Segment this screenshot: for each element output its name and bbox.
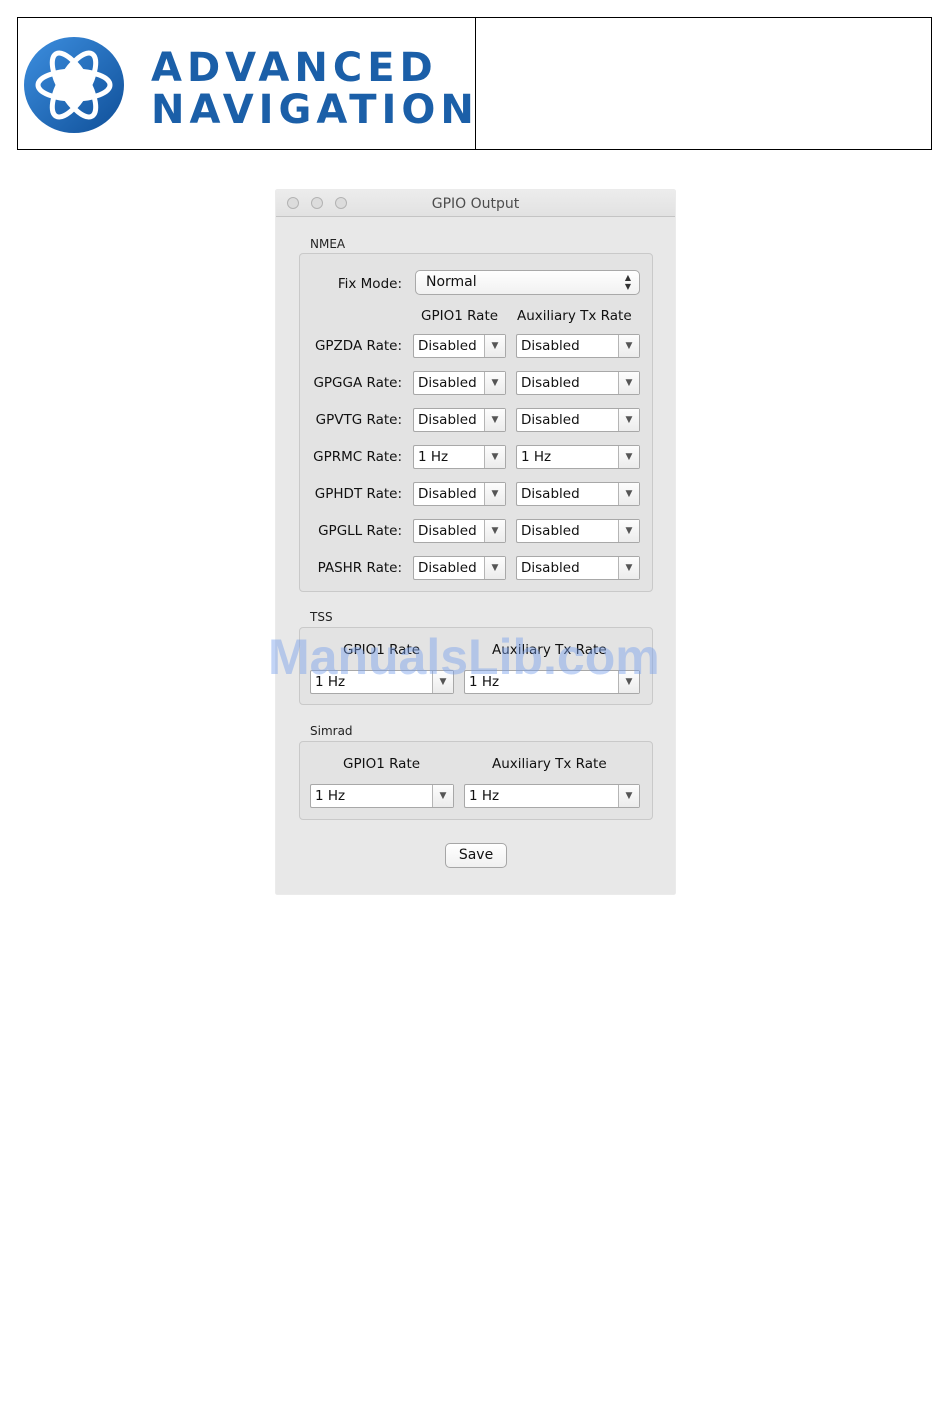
pashr-gpio1-value: Disabled [418, 560, 477, 576]
dropdown-arrow-icon[interactable]: ▼ [618, 335, 639, 357]
tss-gpio1-column-header: GPIO1 Rate [343, 642, 421, 658]
gpgga-gpio1-value: Disabled [418, 375, 477, 391]
fix-mode-value: Normal [426, 274, 477, 290]
simrad-gpio1-column-header: GPIO1 Rate [343, 756, 421, 772]
gpgll-aux-combo[interactable]: Disabled ▼ [516, 519, 640, 543]
gphdt-aux-combo[interactable]: Disabled ▼ [516, 482, 640, 506]
tss-aux-value: 1 Hz [469, 674, 500, 690]
tss-gpio1-combo[interactable]: 1 Hz ▼ [310, 670, 454, 694]
gpvtg-aux-combo[interactable]: Disabled ▼ [516, 408, 640, 432]
dropdown-arrow-icon[interactable]: ▼ [618, 409, 639, 431]
gpzda-rate-label: GPZDA Rate: [314, 338, 402, 354]
dropdown-arrow-icon[interactable]: ▼ [618, 520, 639, 542]
gphdt-gpio1-combo[interactable]: Disabled ▼ [413, 482, 506, 506]
gpgll-aux-value: Disabled [521, 523, 580, 539]
dropdown-arrow-icon[interactable]: ▼ [618, 483, 639, 505]
gprmc-rate-label: GPRMC Rate: [313, 449, 402, 465]
gphdt-gpio1-value: Disabled [418, 486, 477, 502]
save-button[interactable]: Save [445, 843, 507, 868]
simrad-aux-value: 1 Hz [469, 788, 500, 804]
simrad-group-box: GPIO1 Rate Auxiliary Tx Rate 1 Hz ▼ 1 Hz ▼ [299, 741, 653, 820]
dropdown-arrow-icon[interactable]: ▼ [618, 785, 639, 807]
window-titlebar[interactable]: GPIO Output [276, 190, 675, 217]
dropdown-arrow-icon[interactable]: ▼ [484, 520, 505, 542]
gpvtg-gpio1-combo[interactable]: Disabled ▼ [413, 408, 506, 432]
gpzda-aux-combo[interactable]: Disabled ▼ [516, 334, 640, 358]
dropdown-arrow-icon[interactable]: ▼ [484, 372, 505, 394]
nmea-group-box: Fix Mode: Normal ▲ ▼ GPIO1 Rate Auxiliary… [299, 253, 653, 592]
gpgga-aux-combo[interactable]: Disabled ▼ [516, 371, 640, 395]
nmea-gpio1-column-header: GPIO1 Rate [421, 308, 499, 324]
tss-aux-column-header: Auxiliary Tx Rate [492, 642, 607, 658]
dropdown-arrow-icon[interactable]: ▼ [618, 671, 639, 693]
gpgga-rate-label: GPGGA Rate: [313, 375, 402, 391]
gprmc-aux-value: 1 Hz [521, 449, 552, 465]
gpgga-gpio1-combo[interactable]: Disabled ▼ [413, 371, 506, 395]
gphdt-rate-label: GPHDT Rate: [314, 486, 402, 502]
simrad-gpio1-combo[interactable]: 1 Hz ▼ [310, 784, 454, 808]
pashr-gpio1-combo[interactable]: Disabled ▼ [413, 556, 506, 580]
simrad-group-label: Simrad [310, 724, 353, 738]
gprmc-aux-combo[interactable]: 1 Hz ▼ [516, 445, 640, 469]
dropdown-arrow-icon[interactable]: ▼ [484, 557, 505, 579]
gprmc-gpio1-combo[interactable]: 1 Hz ▼ [413, 445, 506, 469]
gpgga-aux-value: Disabled [521, 375, 580, 391]
nmea-aux-column-header: Auxiliary Tx Rate [517, 308, 632, 324]
gpzda-gpio1-combo[interactable]: Disabled ▼ [413, 334, 506, 358]
tss-gpio1-value: 1 Hz [315, 674, 346, 690]
dropdown-arrow-icon[interactable]: ▼ [618, 372, 639, 394]
simrad-gpio1-value: 1 Hz [315, 788, 346, 804]
pashr-aux-combo[interactable]: Disabled ▼ [516, 556, 640, 580]
gphdt-aux-value: Disabled [521, 486, 580, 502]
gprmc-gpio1-value: 1 Hz [418, 449, 449, 465]
gpgll-rate-label: GPGLL Rate: [318, 523, 402, 539]
gpvtg-aux-value: Disabled [521, 412, 580, 428]
dropdown-arrow-icon[interactable]: ▼ [618, 446, 639, 468]
tss-aux-combo[interactable]: 1 Hz ▼ [464, 670, 640, 694]
dropdown-arrow-icon[interactable]: ▼ [618, 557, 639, 579]
gpzda-aux-value: Disabled [521, 338, 580, 354]
logo-cell: ADVANCED NAVIGATION [18, 18, 476, 149]
gpio-output-window: GPIO Output NMEA Fix Mode: Normal ▲ ▼ GPI… [276, 190, 675, 894]
updown-arrows-icon: ▲ ▼ [624, 273, 631, 291]
gpgll-gpio1-combo[interactable]: Disabled ▼ [413, 519, 506, 543]
fix-mode-label: Fix Mode: [337, 276, 402, 292]
pashr-aux-value: Disabled [521, 560, 580, 576]
dropdown-arrow-icon[interactable]: ▼ [432, 671, 453, 693]
window-title: GPIO Output [431, 196, 520, 212]
dropdown-arrow-icon[interactable]: ▼ [484, 409, 505, 431]
pashr-rate-label: PASHR Rate: [317, 560, 402, 576]
logo-text-line2: NAVIGATION [151, 87, 479, 133]
header-empty-cell [476, 18, 931, 149]
fix-mode-select[interactable]: Normal ▲ ▼ [415, 270, 640, 295]
simrad-aux-combo[interactable]: 1 Hz ▼ [464, 784, 640, 808]
document-header: ADVANCED NAVIGATION [17, 17, 932, 150]
dropdown-arrow-icon[interactable]: ▼ [432, 785, 453, 807]
dropdown-arrow-icon[interactable]: ▼ [484, 483, 505, 505]
tss-group-box: GPIO1 Rate Auxiliary Tx Rate 1 Hz ▼ 1 Hz ▼ [299, 627, 653, 705]
simrad-aux-column-header: Auxiliary Tx Rate [492, 756, 607, 772]
tss-group-label: TSS [310, 610, 333, 624]
gpvtg-rate-label: GPVTG Rate: [315, 412, 402, 428]
nmea-group-label: NMEA [310, 237, 346, 251]
advanced-navigation-logo-icon [24, 37, 124, 133]
logo-text-line1: ADVANCED [151, 45, 438, 91]
dropdown-arrow-icon[interactable]: ▼ [484, 446, 505, 468]
dropdown-arrow-icon[interactable]: ▼ [484, 335, 505, 357]
gpgll-gpio1-value: Disabled [418, 523, 477, 539]
gpzda-gpio1-value: Disabled [418, 338, 477, 354]
gpvtg-gpio1-value: Disabled [418, 412, 477, 428]
